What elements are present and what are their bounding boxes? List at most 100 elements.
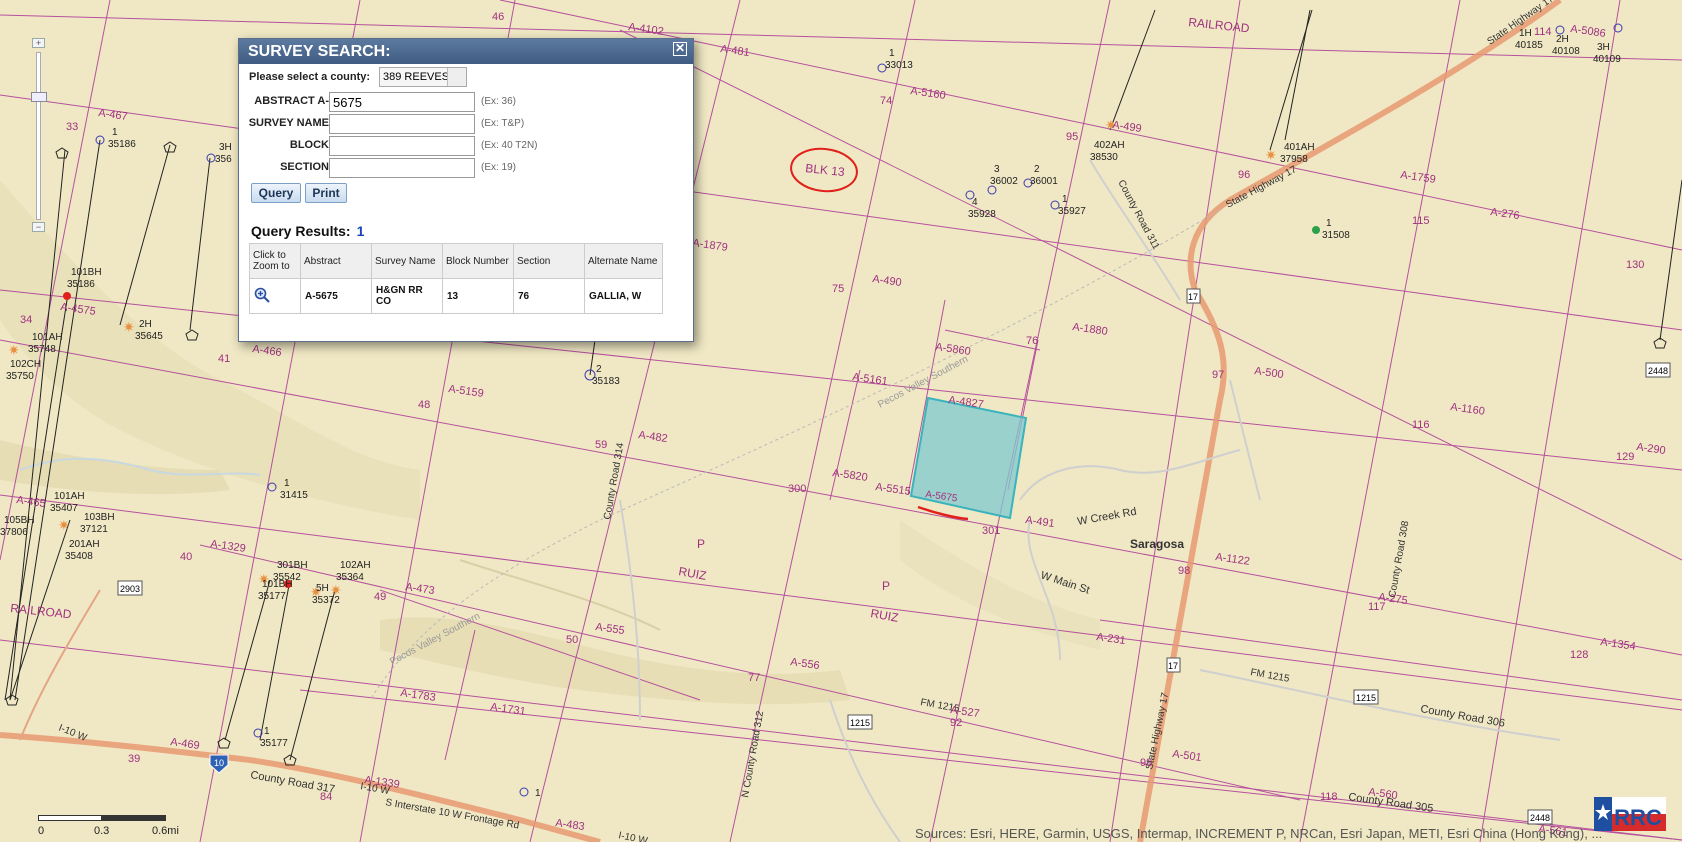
block-example: (Ex: 40 T2N): [481, 140, 538, 151]
table-row[interactable]: A-5675 H&GN RR CO 13 76 GALLIA, W: [249, 278, 663, 314]
section-label: 115: [1412, 215, 1430, 227]
header-abstract: Abstract: [300, 243, 372, 279]
section-label: 77: [748, 672, 760, 684]
section-label: 39: [128, 753, 140, 765]
abstract-label: ABSTRACT A-: [254, 95, 329, 107]
section-label: 46: [492, 11, 504, 23]
section-label: 99: [1140, 757, 1152, 769]
dialog-title: SURVEY SEARCH:: [248, 43, 391, 60]
block-label: BLOCK: [289, 139, 329, 151]
attribution: Sources: Esri, HERE, Garmin, USGS, Inter…: [915, 826, 1603, 841]
section-label: 33: [66, 121, 78, 133]
svg-text:✷: ✷: [8, 342, 20, 358]
cell-abstract: A-5675: [300, 278, 372, 314]
section-label: 41: [218, 353, 230, 365]
zoom-thumb[interactable]: [31, 92, 47, 102]
scale-tick-1: 0.3: [94, 825, 110, 837]
county-prompt: Please select a county:: [249, 71, 371, 83]
results-table: Click to Zoom to Abstract Survey Name Bl…: [249, 243, 663, 314]
results-title: Query Results: 1: [251, 223, 364, 239]
survey-name-label: SURVEY NAME: [248, 117, 329, 129]
section-label: 118: [1320, 791, 1338, 803]
section-label: 301: [982, 525, 1000, 537]
abstract-example: (Ex: 36): [481, 96, 517, 107]
section-label: 114: [1534, 26, 1552, 38]
label-ruiz-p1: P: [697, 537, 705, 551]
label-ruiz-p2: P: [882, 579, 890, 593]
section-label: 97: [1212, 369, 1224, 381]
zoom-out-button[interactable]: −: [32, 222, 45, 232]
print-button[interactable]: Print: [305, 183, 347, 203]
zoom-in-button[interactable]: +: [32, 38, 45, 48]
rrc-logo: RRC: [1594, 797, 1666, 831]
header-survey-name: Survey Name: [371, 243, 443, 279]
zoom-track[interactable]: [36, 52, 41, 220]
zoom-in-icon[interactable]: [254, 287, 270, 303]
chevron-down-icon[interactable]: [447, 68, 466, 86]
shield-1215b: 1215: [850, 718, 870, 728]
cell-section: 76: [513, 278, 585, 314]
zoom-slider[interactable]: + −: [30, 38, 48, 234]
section-input[interactable]: [329, 158, 475, 178]
abstract-input[interactable]: [329, 92, 475, 112]
well-label: 1: [535, 788, 541, 799]
section-label: 117: [1368, 601, 1386, 613]
header-zoom: Click to Zoom to: [249, 243, 301, 279]
shield-2448b: 2448: [1530, 813, 1550, 823]
header-block-number: Block Number: [442, 243, 514, 279]
scale-segment-1: [38, 815, 102, 821]
scale-tick-0: 0: [38, 825, 45, 837]
section-label: 49: [374, 591, 386, 603]
county-select-value: 389 REEVES: [383, 71, 450, 83]
shield-2448a: 2448: [1648, 366, 1668, 376]
shield-17a: 17: [1188, 292, 1198, 302]
label-saragosa: Saragosa: [1130, 537, 1184, 551]
section-label: 48: [418, 399, 430, 411]
results-label: Query Results:: [251, 223, 351, 239]
svg-text:✷: ✷: [1265, 147, 1277, 163]
section-label: 84: [320, 791, 332, 803]
section-label: 129: [1616, 451, 1634, 463]
scale-tick-2: 0.6mi: [152, 825, 179, 837]
dialog-titlebar[interactable]: SURVEY SEARCH: ✕: [239, 39, 693, 64]
section-label: 128: [1570, 649, 1588, 661]
cell-block: 13: [442, 278, 514, 314]
survey-search-dialog: SURVEY SEARCH: ✕ Please select a county:…: [238, 38, 694, 342]
close-icon[interactable]: ✕: [673, 42, 687, 56]
shield-1215a: 1215: [1356, 693, 1376, 703]
survey-name-input[interactable]: [329, 114, 475, 134]
section-label: 50: [566, 634, 578, 646]
cell-alternate-name: GALLIA, W: [584, 278, 663, 314]
results-count: 1: [356, 223, 365, 239]
section-label: 92: [950, 717, 962, 729]
section-label: 34: [20, 314, 32, 326]
shield-2903: 2903: [120, 584, 140, 594]
section-example: (Ex: 19): [481, 162, 517, 173]
svg-text:✷: ✷: [123, 319, 135, 335]
header-section: Section: [513, 243, 585, 279]
section-label: 74: [880, 95, 892, 107]
logo-text: RRC: [1614, 805, 1662, 830]
survey-name-example: (Ex: T&P): [481, 118, 525, 129]
section-label: 40: [180, 551, 192, 563]
section-label: SECTION: [280, 161, 329, 173]
shield-10: 10: [214, 758, 224, 768]
block-input[interactable]: [329, 136, 475, 156]
zoom-cell[interactable]: [249, 278, 301, 314]
section-label: 59: [595, 439, 607, 451]
section-label: 130: [1626, 259, 1644, 271]
section-label: 75: [832, 283, 844, 295]
query-button[interactable]: Query: [251, 183, 301, 203]
section-label: 96: [1238, 169, 1250, 181]
scale-segment-2: [102, 815, 166, 821]
section-label: 300: [788, 483, 806, 495]
section-label: 95: [1066, 131, 1078, 143]
county-select[interactable]: 389 REEVES: [379, 67, 467, 87]
results-header-row: Click to Zoom to Abstract Survey Name Bl…: [249, 243, 663, 279]
cell-survey-name: H&GN RR CO: [371, 278, 443, 314]
section-label: 116: [1412, 419, 1430, 431]
svg-text:✷: ✷: [58, 517, 70, 533]
section-label: 98: [1178, 565, 1190, 577]
shield-17b: 17: [1168, 661, 1178, 671]
section-label: 76: [1026, 335, 1038, 347]
